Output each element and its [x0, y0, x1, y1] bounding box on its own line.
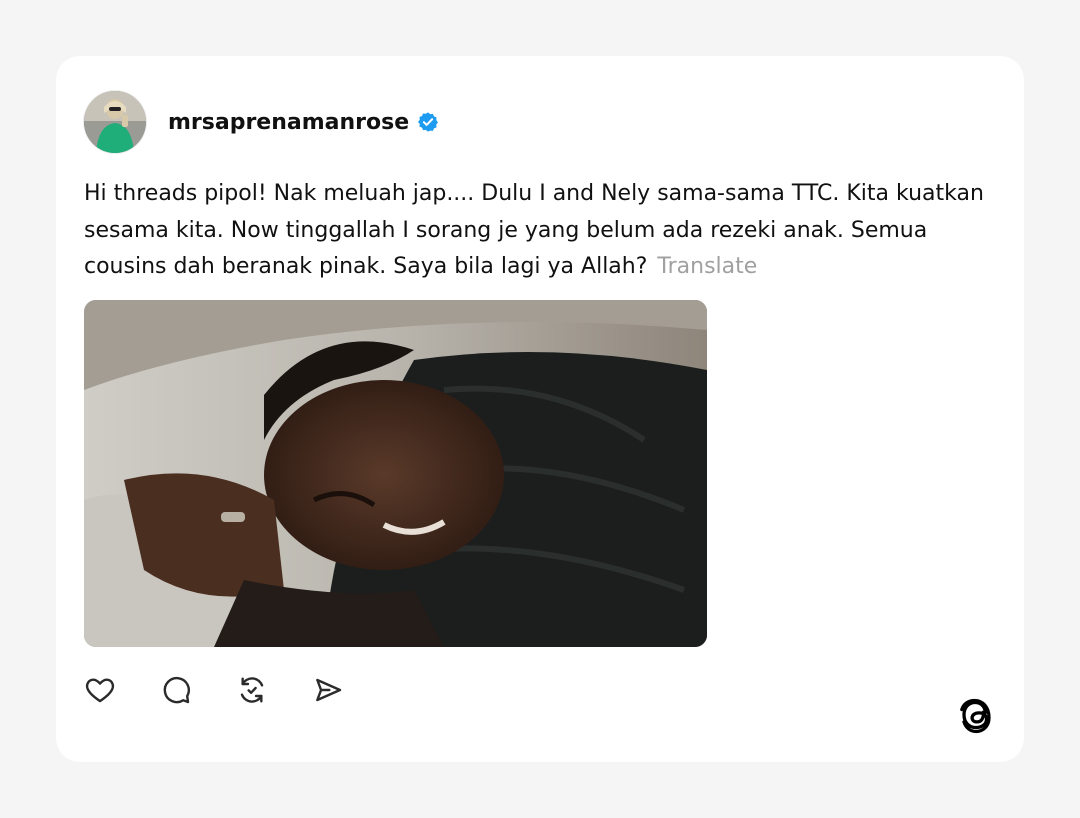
share-button[interactable]	[310, 672, 346, 708]
share-icon	[316, 678, 342, 702]
like-button[interactable]	[82, 672, 118, 708]
avatar-image	[84, 91, 146, 153]
post-media-gif[interactable]	[84, 300, 707, 647]
post-actions	[84, 672, 386, 708]
post-header: mrsaprenamanrose	[84, 90, 439, 154]
username[interactable]: mrsaprenamanrose	[168, 110, 409, 135]
post-card: mrsaprenamanrose Hi threads pipol! Nak m…	[56, 56, 1024, 762]
heart-icon	[85, 678, 115, 703]
verified-badge-icon	[418, 112, 439, 132]
reply-button[interactable]	[158, 672, 194, 708]
repost-button[interactable]	[234, 672, 270, 708]
translate-link[interactable]: Translate	[657, 254, 757, 279]
comment-icon	[163, 676, 191, 704]
crying-man-image	[84, 300, 707, 647]
post-body: Hi threads pipol! Nak meluah jap.... Dul…	[84, 181, 984, 279]
threads-logo-icon	[960, 698, 991, 734]
avatar[interactable]	[84, 91, 146, 153]
post-text: Hi threads pipol! Nak meluah jap.... Dul…	[84, 176, 994, 286]
repost-icon	[240, 677, 264, 703]
